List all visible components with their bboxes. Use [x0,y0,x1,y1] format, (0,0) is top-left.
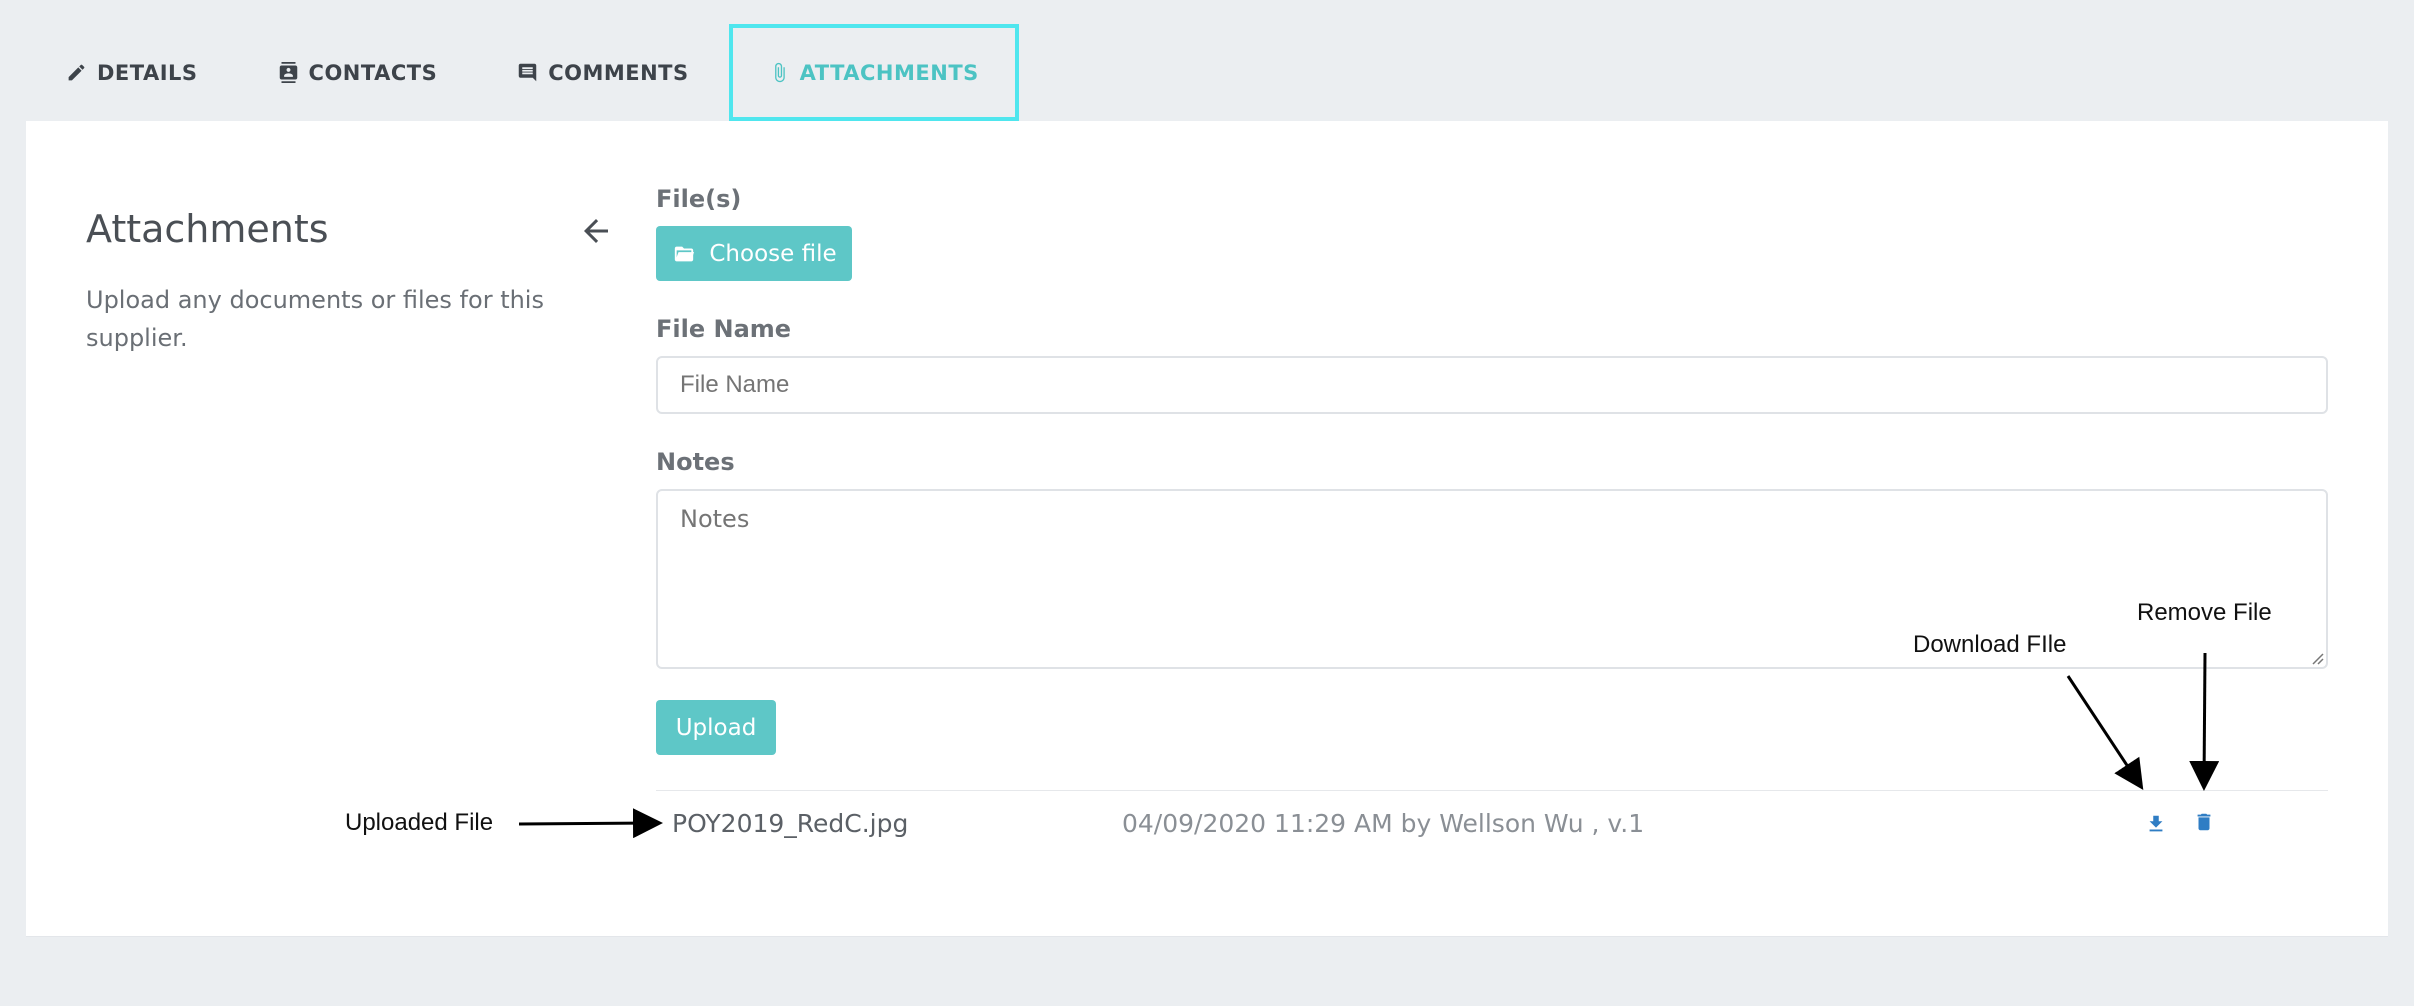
annotation-download-file: Download FIle [1913,631,2067,658]
file-name-label: File Name [656,315,792,343]
files-label: File(s) [656,185,742,213]
trash-icon[interactable] [2193,809,2215,835]
tab-details[interactable]: DETAILS [26,24,238,121]
tab-contacts[interactable]: CONTACTS [238,24,478,121]
annotation-uploaded-file: Uploaded File [345,809,494,836]
choose-file-button[interactable]: Choose file [656,226,852,281]
tab-attachments[interactable]: ATTACHMENTS [728,24,1019,121]
comment-icon [518,63,537,82]
contact-book-icon [279,62,297,83]
download-icon[interactable] [2145,811,2167,837]
notes-label: Notes [656,448,735,476]
divider [656,790,2328,791]
back-arrow-icon[interactable] [578,213,614,249]
tab-comments[interactable]: COMMENTS [477,24,728,121]
paperclip-icon [774,62,785,83]
section-description: Upload any documents or files for this s… [86,286,544,352]
tab-bar: DETAILS CONTACTS COMMENTS ATTACHMENTS [26,24,2388,121]
upload-label: Upload [675,714,757,741]
tab-attachments-label: ATTACHMENTS [799,60,979,85]
folder-open-icon [675,246,695,261]
resize-handle-icon[interactable] [2310,651,2324,665]
attachment-file-name[interactable]: POY2019_RedC.jpg [672,809,908,838]
file-name-input[interactable] [656,356,2328,414]
tab-contacts-label: CONTACTS [308,60,438,85]
notes-textarea[interactable] [656,489,2328,669]
annotation-remove-file: Remove File [2137,599,2272,626]
tab-details-label: DETAILS [97,60,198,85]
section-title: Attachments [86,207,329,251]
tab-comments-label: COMMENTS [548,60,689,85]
attachment-meta: 04/09/2020 11:29 AM by Wellson Wu , v.1 [1122,809,1645,838]
upload-button[interactable]: Upload [656,700,776,755]
pencil-icon [68,64,85,81]
choose-file-label: Choose file [709,240,837,267]
